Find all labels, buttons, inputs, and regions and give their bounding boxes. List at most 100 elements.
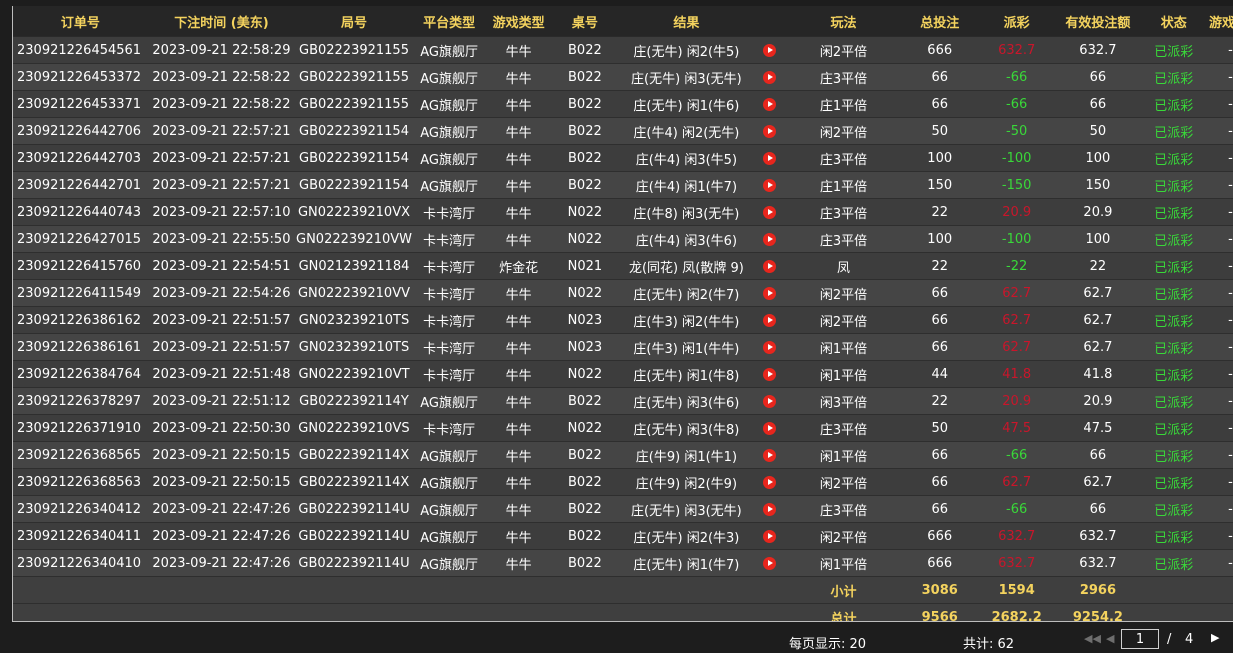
table-row[interactable]: 230921226454561 2023-09-21 22:58:29 GB0222…: [13, 36, 1233, 64]
table-row[interactable]: 230921226440743 2023-09-21 22:57:10 GN0222…: [13, 198, 1233, 226]
play-replay-icon[interactable]: [763, 421, 777, 435]
result-cell: 庄(牛4) 闲1(牛7): [618, 171, 755, 199]
round-cell: GB0222392114U: [295, 549, 413, 577]
status-cell: 已派彩: [1139, 225, 1208, 253]
play-replay-icon[interactable]: [763, 43, 777, 57]
play-replay-icon[interactable]: [763, 367, 777, 381]
table-cell: B022: [551, 171, 618, 199]
page-size-label: 每页显示: 20: [789, 637, 867, 652]
first-page-icon[interactable]: ◀◀: [1084, 632, 1101, 645]
table-row[interactable]: 230921226427015 2023-09-21 22:55:50 GN0222…: [13, 225, 1233, 253]
table-footer: 每页显示: 20 共计: 62 ◀◀ ◀ / 4 ▶: [0, 627, 1233, 653]
round-cell: GB0222392114X: [295, 441, 413, 469]
play-replay-icon[interactable]: [763, 340, 777, 354]
result-cell: 庄(牛4) 闲3(牛5): [618, 144, 755, 172]
table-row[interactable]: 230921226453372 2023-09-21 22:58:22 GB0222…: [13, 63, 1233, 91]
game-type-cell: 牛牛: [485, 90, 552, 118]
play-replay-icon[interactable]: [763, 313, 777, 327]
play-replay-icon[interactable]: [763, 124, 777, 138]
col-header-round[interactable]: 局号: [295, 6, 413, 37]
col-header-result[interactable]: 结果: [618, 6, 755, 37]
col-header-platform[interactable]: 平台类型: [412, 6, 486, 37]
result-cell: 庄(无牛) 闲1(牛7): [618, 549, 755, 577]
platform-cell: AG旗舰厅: [412, 549, 486, 577]
play-replay-icon[interactable]: [763, 502, 777, 516]
table-cell: B022: [551, 522, 618, 550]
table-row[interactable]: 230921226340411 2023-09-21 22:47:26 GB0222…: [13, 522, 1233, 550]
replay-cell: [754, 117, 785, 145]
next-page-icon[interactable]: ▶: [1211, 631, 1219, 644]
time-cell: 2023-09-21 22:50:15: [147, 441, 296, 469]
table-header-row: 订单号 下注时间 (美东) 局号 平台类型 游戏类型 桌号 结果 玩法 总投注 …: [13, 6, 1233, 37]
col-header-table[interactable]: 桌号: [551, 6, 618, 37]
subtotal-valid: 2966: [1056, 576, 1140, 604]
table-cell: N021: [551, 252, 618, 280]
play-cell: 闲2平倍: [784, 306, 903, 334]
table-row[interactable]: 230921226368563 2023-09-21 22:50:15 GB0222…: [13, 468, 1233, 496]
play-replay-icon[interactable]: [763, 259, 777, 273]
play-replay-icon[interactable]: [763, 70, 777, 84]
status-cell: 已派彩: [1139, 279, 1208, 307]
play-replay-icon[interactable]: [763, 205, 777, 219]
col-header-time[interactable]: 下注时间 (美东): [147, 6, 296, 37]
play-replay-icon[interactable]: [763, 232, 777, 246]
round-cell: GB02223921154: [295, 171, 413, 199]
valid-bet-cell: 632.7: [1056, 522, 1140, 550]
play-replay-icon[interactable]: [763, 151, 777, 165]
table-row[interactable]: 230921226384764 2023-09-21 22:51:48 GN0222…: [13, 360, 1233, 388]
round-cell: GB0222392114X: [295, 468, 413, 496]
payout-cell: 62.7: [977, 333, 1057, 361]
col-header-play[interactable]: 玩法: [784, 6, 903, 37]
game-mode-cell: -: [1208, 144, 1233, 172]
result-cell: 庄(牛3) 闲2(牛牛): [618, 306, 755, 334]
time-cell: 2023-09-21 22:47:26: [147, 522, 296, 550]
order-cell: 230921226368563: [13, 468, 148, 496]
time-cell: 2023-09-21 22:51:57: [147, 306, 296, 334]
page-number-input[interactable]: [1121, 629, 1159, 649]
play-replay-icon[interactable]: [763, 448, 777, 462]
order-cell: 230921226384764: [13, 360, 148, 388]
table-row[interactable]: 230921226442701 2023-09-21 22:57:21 GB0222…: [13, 171, 1233, 199]
total-bet-cell: 22: [902, 252, 978, 280]
col-header-status[interactable]: 状态: [1139, 6, 1208, 37]
play-cell: 闲2平倍: [784, 522, 903, 550]
play-replay-icon[interactable]: [763, 394, 777, 408]
play-replay-icon[interactable]: [763, 286, 777, 300]
play-replay-icon[interactable]: [763, 529, 777, 543]
col-header-game-type[interactable]: 游戏类型: [485, 6, 552, 37]
game-type-cell: 牛牛: [485, 36, 552, 64]
valid-bet-cell: 20.9: [1056, 387, 1140, 415]
table-row[interactable]: 230921226340410 2023-09-21 22:47:26 GB0222…: [13, 549, 1233, 577]
replay-cell: [754, 171, 785, 199]
table-row[interactable]: 230921226411549 2023-09-21 22:54:26 GN0222…: [13, 279, 1233, 307]
table-row[interactable]: 230921226368565 2023-09-21 22:50:15 GB0222…: [13, 441, 1233, 469]
col-header-payout[interactable]: 派彩: [977, 6, 1057, 37]
table-row[interactable]: 230921226371910 2023-09-21 22:50:30 GN0222…: [13, 414, 1233, 442]
table-row[interactable]: 230921226386161 2023-09-21 22:51:57 GN0232…: [13, 333, 1233, 361]
play-replay-icon[interactable]: [763, 97, 777, 111]
table-cell: N023: [551, 306, 618, 334]
table-row[interactable]: 230921226378297 2023-09-21 22:51:12 GB0222…: [13, 387, 1233, 415]
total-bet-cell: 66: [902, 441, 978, 469]
total-row: 总计 9566 2682.2 9254.2: [13, 603, 1233, 621]
replay-cell: [754, 198, 785, 226]
col-header-game-mode[interactable]: 游戏模式: [1208, 6, 1233, 37]
play-replay-icon[interactable]: [763, 475, 777, 489]
table-row[interactable]: 230921226340412 2023-09-21 22:47:26 GB0222…: [13, 495, 1233, 523]
table-row[interactable]: 230921226442703 2023-09-21 22:57:21 GB0222…: [13, 144, 1233, 172]
col-header-valid-bet[interactable]: 有效投注额: [1056, 6, 1140, 37]
col-header-order[interactable]: 订单号: [13, 6, 148, 37]
prev-page-icon[interactable]: ◀: [1106, 632, 1114, 645]
play-replay-icon[interactable]: [763, 178, 777, 192]
payout-cell: -100: [977, 225, 1057, 253]
status-cell: 已派彩: [1139, 306, 1208, 334]
col-header-total-bet[interactable]: 总投注: [902, 6, 978, 37]
table-row[interactable]: 230921226415760 2023-09-21 22:54:51 GN0212…: [13, 252, 1233, 280]
table-cell: B022: [551, 441, 618, 469]
table-row[interactable]: 230921226453371 2023-09-21 22:58:22 GB0222…: [13, 90, 1233, 118]
play-replay-icon[interactable]: [763, 556, 777, 570]
table-row[interactable]: 230921226442706 2023-09-21 22:57:21 GB0222…: [13, 117, 1233, 145]
status-cell: 已派彩: [1139, 117, 1208, 145]
status-cell: 已派彩: [1139, 549, 1208, 577]
table-row[interactable]: 230921226386162 2023-09-21 22:51:57 GN0232…: [13, 306, 1233, 334]
